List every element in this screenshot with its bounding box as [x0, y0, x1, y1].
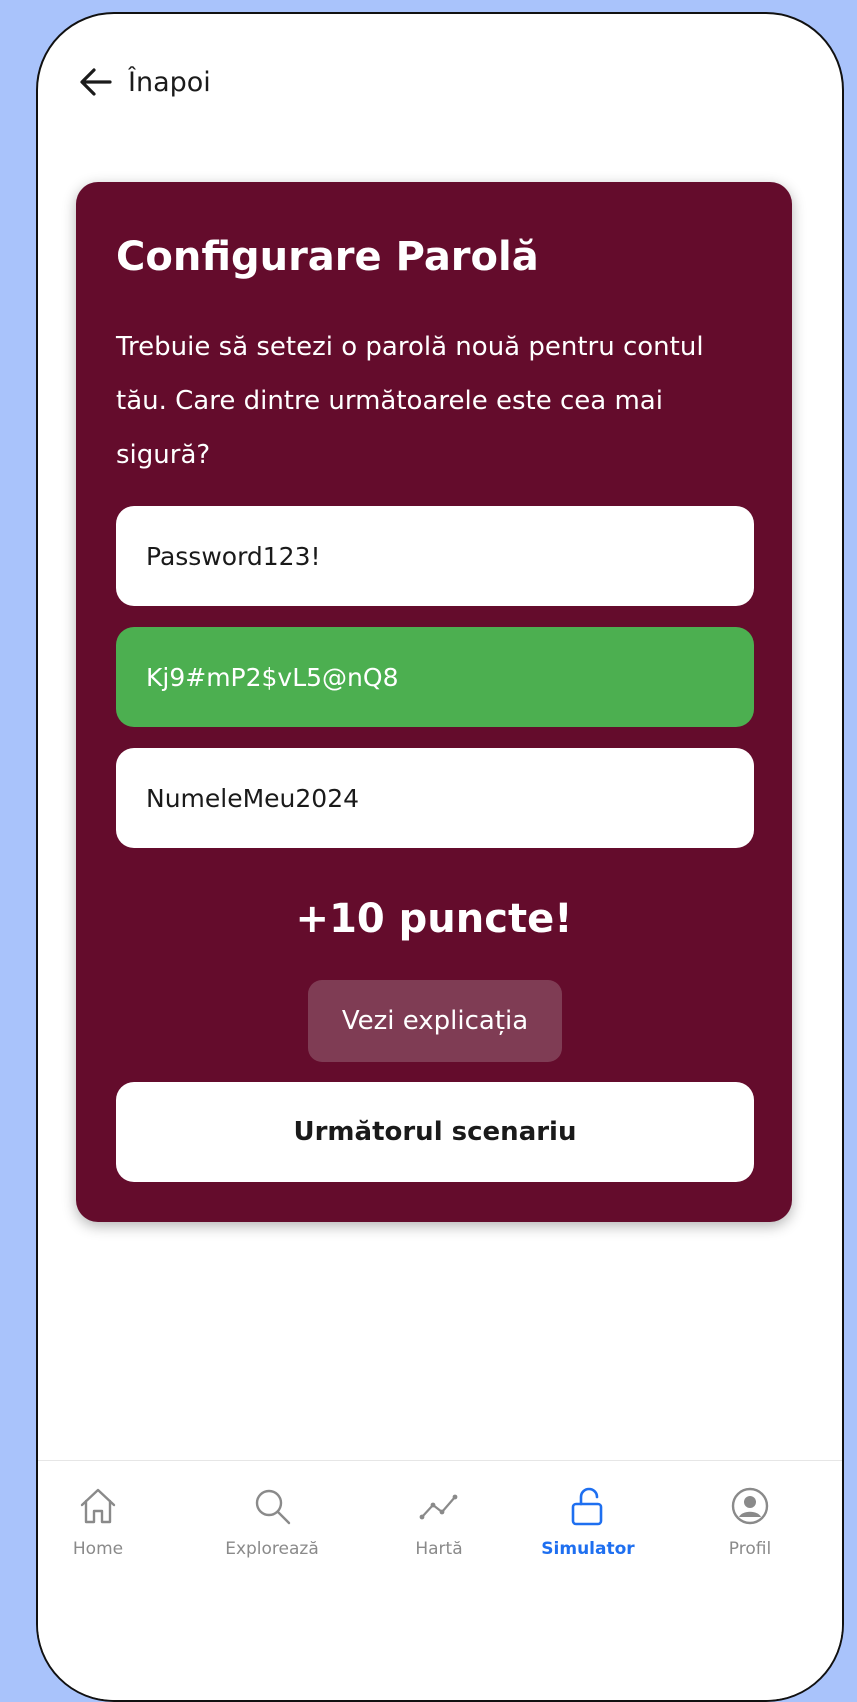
- nav-item-explore[interactable]: Explorează: [217, 1485, 327, 1559]
- nav-item-map[interactable]: Hartă: [384, 1485, 494, 1559]
- question-text: Trebuie să setezi o parolă nouă pentru c…: [116, 332, 704, 470]
- next-scenario-button[interactable]: Următorul scenariu: [116, 1082, 754, 1182]
- nav-label: Home: [72, 1539, 124, 1559]
- back-label: Înapoi: [128, 66, 211, 98]
- arrow-left-icon: [80, 68, 112, 96]
- nav-item-home[interactable]: Home: [43, 1485, 153, 1559]
- lock-open-icon: [571, 1487, 603, 1526]
- bottom-nav: Home Explorează Hartă Simulator Profil: [38, 1460, 842, 1700]
- nav-label: Explorează: [225, 1539, 319, 1559]
- search-icon: [255, 1489, 291, 1525]
- chart-line-icon: [419, 1494, 458, 1520]
- option-label: Password123!: [146, 541, 321, 571]
- nav-label: Simulator: [541, 1539, 635, 1559]
- nav-item-simulator[interactable]: Simulator: [533, 1485, 643, 1559]
- option-3[interactable]: NumeleMeu2024: [116, 748, 754, 848]
- card-title: Configurare Parolă: [116, 234, 539, 280]
- option-label: NumeleMeu2024: [146, 783, 360, 813]
- nav-item-profile[interactable]: Profil: [695, 1485, 805, 1559]
- option-2-correct[interactable]: Kj9#mP2$vL5@nQ8: [116, 627, 754, 727]
- nav-label: Profil: [728, 1539, 772, 1559]
- points-message: +10 puncte!: [295, 896, 573, 942]
- back-button[interactable]: Înapoi: [78, 62, 211, 102]
- profile-icon: [731, 1487, 769, 1525]
- explain-button[interactable]: Vezi explicația: [308, 980, 562, 1062]
- home-icon: [80, 1488, 116, 1524]
- option-label: Kj9#mP2$vL5@nQ8: [146, 662, 399, 692]
- phone-frame: Înapoi Configurare Parolă Trebuie să set…: [36, 12, 844, 1702]
- nav-label: Hartă: [415, 1539, 463, 1559]
- option-1[interactable]: Password123!: [116, 506, 754, 606]
- scenario-card: Configurare Parolă Trebuie să setezi o p…: [76, 182, 792, 1222]
